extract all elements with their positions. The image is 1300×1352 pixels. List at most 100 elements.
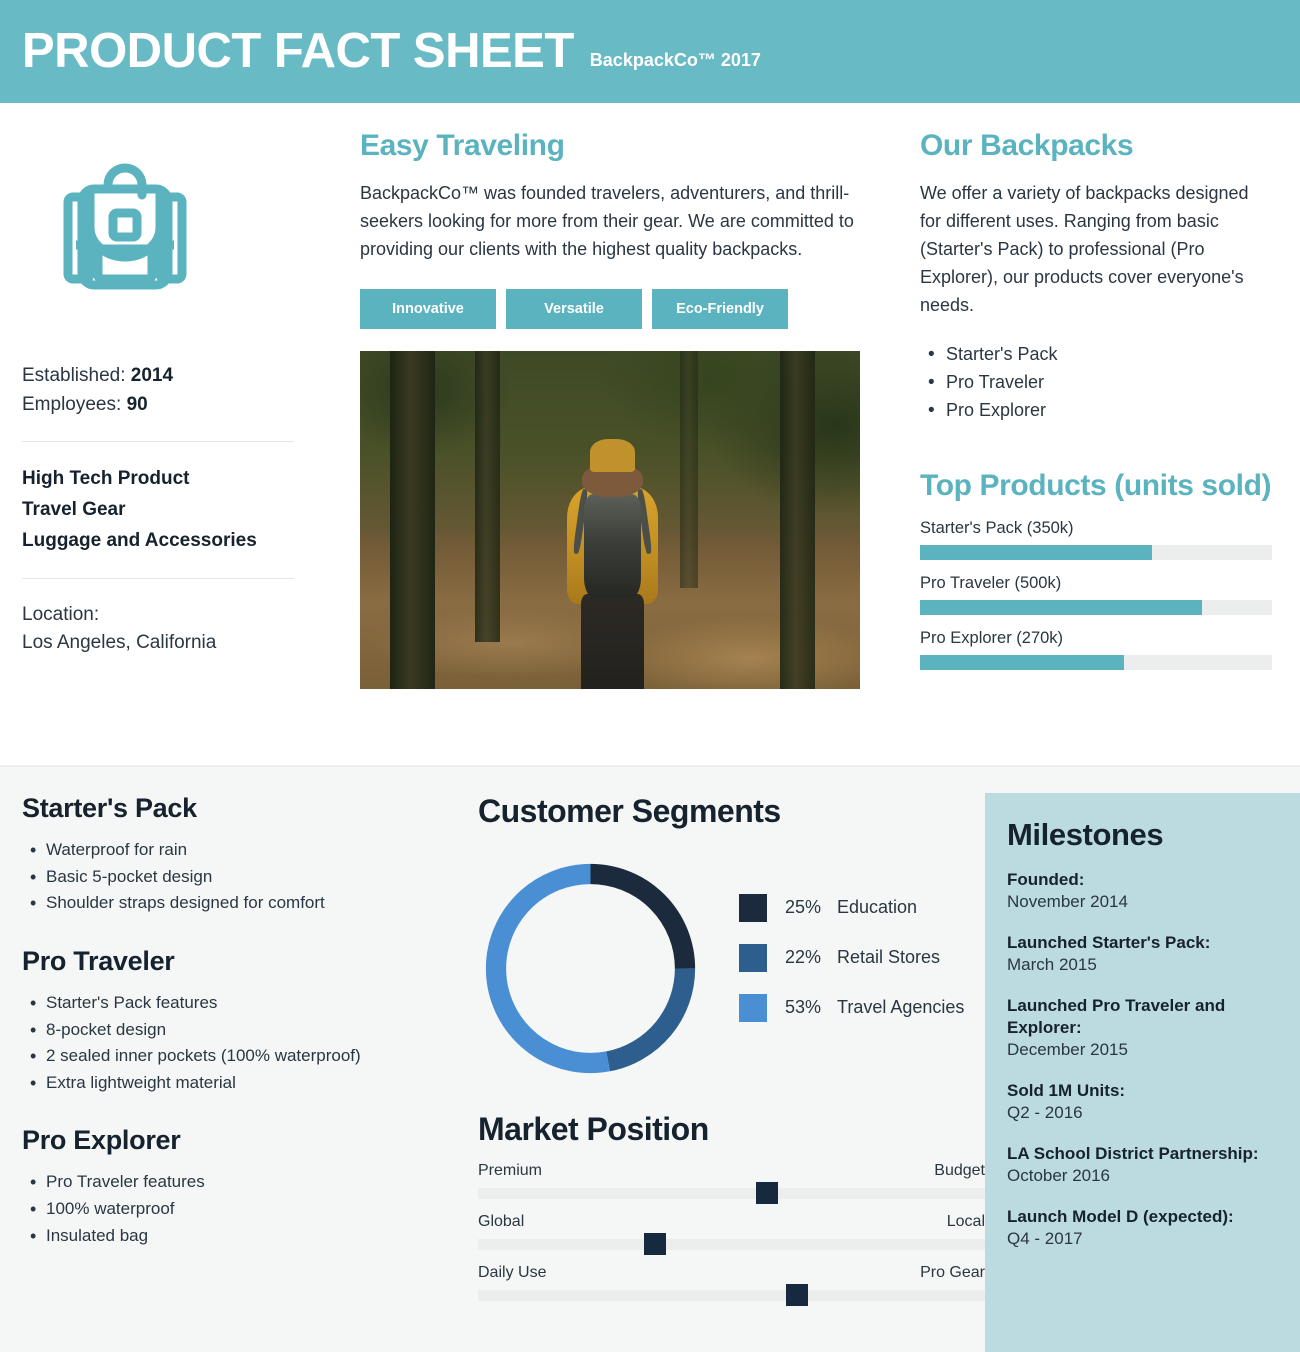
list-item: 2 sealed inner pockets (100% waterproof) <box>22 1043 418 1069</box>
milestone-date: Q2 - 2016 <box>1007 1103 1083 1123</box>
hiker-beanie <box>589 439 636 472</box>
legend-label: Retail Stores <box>837 947 941 967</box>
location-label: Location: <box>22 604 100 626</box>
milestone-date: December 2015 <box>1007 1040 1128 1060</box>
product-name: Pro Explorer <box>22 1125 181 1156</box>
company-info-column: Established: 2014 Employees: 90 High Tec… <box>22 129 332 765</box>
tag-versatile[interactable]: Versatile <box>506 289 642 330</box>
bar-label: Pro Traveler (500k) <box>920 574 1062 593</box>
milestone-date: October 2016 <box>1007 1166 1111 1186</box>
donut-chart <box>485 863 696 1074</box>
photo-hiker <box>565 439 660 690</box>
employees-row: Employees: 90 <box>22 391 332 420</box>
list-item: Shoulder straps designed for comfort <box>22 890 418 916</box>
milestone-item: LA School District Partnership: October … <box>1007 1143 1278 1188</box>
market-position-chart: Market Position Premium Budget Global Lo… <box>478 1111 985 1306</box>
hiker-in-forest-photo <box>360 351 860 690</box>
established-row: Established: 2014 <box>22 362 332 391</box>
tag-eco-friendly[interactable]: Eco-Friendly <box>652 289 788 330</box>
divider-1 <box>22 441 294 442</box>
milestone-date: Q4 - 2017 <box>1007 1229 1083 1249</box>
bottom-section: Starter's Pack Waterproof for rain Basic… <box>0 767 1300 1352</box>
bar-row: Starter's Pack (350k) <box>920 519 1272 561</box>
scale-right-label: Local <box>946 1213 985 1230</box>
bar-row: Pro Traveler (500k) <box>920 574 1272 616</box>
scale-track[interactable] <box>478 1182 985 1204</box>
scale-marker[interactable] <box>644 1233 667 1255</box>
legend-label: Education <box>837 897 918 917</box>
market-position-title: Market Position <box>478 1111 709 1147</box>
milestone-date: November 2014 <box>1007 892 1128 912</box>
easy-traveling-heading: Easy Traveling <box>360 129 565 162</box>
milestone-label: LA School District Partnership: <box>1007 1144 1259 1164</box>
milestone-label: Launched Starter's Pack: <box>1007 933 1211 953</box>
list-item: Basic 5-pocket design <box>22 864 418 890</box>
scale-right-label: Budget <box>934 1162 985 1179</box>
customer-segments-chart: 25% Education 22% Retail Stores 53% Trav… <box>478 856 985 1081</box>
page-title: PRODUCT FACT SHEET <box>22 24 574 78</box>
milestones-title: Milestones <box>1007 817 1164 852</box>
milestone-item: Founded: November 2014 <box>1007 869 1278 914</box>
scale-row-global-local: Global Local <box>478 1213 985 1255</box>
backpack-model-list: Starter's Pack Pro Traveler Pro Explorer <box>920 340 1272 425</box>
divider-2 <box>22 578 294 580</box>
list-item: Starter's Pack features <box>22 990 418 1016</box>
milestone-label: Founded: <box>1007 870 1085 889</box>
employees-label: Employees: <box>22 393 122 415</box>
easy-traveling-body: BackpackCo™ was founded travelers, adven… <box>360 183 854 260</box>
bar-track <box>920 655 1272 671</box>
legend-percent: 53% <box>785 997 822 1017</box>
milestone-label: Launch Model D (expected): <box>1007 1207 1234 1227</box>
hiker-pants <box>581 594 644 690</box>
bar-fill <box>920 545 1153 561</box>
milestone-item: Launched Starter's Pack: March 2015 <box>1007 932 1278 977</box>
milestone-label: Sold 1M Units: <box>1007 1081 1126 1101</box>
bar-fill <box>920 600 1202 616</box>
customer-segments-title: Customer Segments <box>478 793 781 829</box>
charts-column: Customer Segments 25% Education 22% Reta… <box>440 793 985 1352</box>
milestone-label: Launched Pro Traveler and Explorer: <box>1007 996 1226 1038</box>
list-item: 8-pocket design <box>22 1017 418 1043</box>
product-details-column: Starter's Pack Waterproof for rain Basic… <box>0 793 440 1352</box>
our-backpacks-body: We offer a variety of backpacks designed… <box>920 183 1249 316</box>
milestones-column: Milestones Founded: November 2014 Launch… <box>985 793 1300 1352</box>
product-name: Starter's Pack <box>22 793 197 823</box>
our-backpacks-heading: Our Backpacks <box>920 129 1134 162</box>
scale-right-label: Pro Gear <box>920 1264 985 1281</box>
legend-swatch <box>739 893 767 922</box>
easy-traveling-column: Easy Traveling BackpackCo™ was founded t… <box>332 129 872 765</box>
scale-marker[interactable] <box>755 1182 778 1204</box>
bar-label: Starter's Pack (350k) <box>920 519 1074 538</box>
established-value: 2014 <box>130 365 174 386</box>
product-block-pro-explorer: Pro Explorer Pro Traveler features 100% … <box>22 1125 418 1248</box>
photo-tree-trunk <box>475 351 500 642</box>
donut-legend: 25% Education 22% Retail Stores 53% Trav… <box>739 893 964 1044</box>
top-section: Established: 2014 Employees: 90 High Tec… <box>0 103 1300 765</box>
photo-tree-trunk <box>390 351 435 690</box>
product-feature-list: Waterproof for rain Basic 5-pocket desig… <box>22 837 418 916</box>
list-item: Pro Explorer <box>920 396 1272 425</box>
tag-innovative[interactable]: Innovative <box>360 289 496 330</box>
bar-track <box>920 545 1272 561</box>
scale-left-label: Global <box>478 1213 525 1230</box>
scale-track[interactable] <box>478 1233 985 1255</box>
legend-entry-education: 25% Education <box>739 893 964 922</box>
category-item: Travel Gear <box>22 498 126 520</box>
list-item: Extra lightweight material <box>22 1070 418 1096</box>
milestone-date: March 2015 <box>1007 955 1097 975</box>
legend-entry-travel-agencies: 53% Travel Agencies <box>739 993 964 1022</box>
category-item: Luggage and Accessories <box>22 529 257 551</box>
list-item: Waterproof for rain <box>22 837 418 863</box>
bar-fill <box>920 655 1125 671</box>
location-value: Los Angeles, California <box>22 631 217 653</box>
list-item: Pro Traveler features <box>22 1169 418 1195</box>
list-item: 100% waterproof <box>22 1196 418 1222</box>
milestone-item: Launch Model D (expected): Q4 - 2017 <box>1007 1206 1278 1251</box>
backpack-icon <box>50 149 332 314</box>
milestones-panel: Milestones Founded: November 2014 Launch… <box>985 793 1300 1352</box>
scale-marker[interactable] <box>786 1284 809 1306</box>
scale-row-daily-use-pro-gear: Daily Use Pro Gear <box>478 1264 985 1306</box>
product-name: Pro Traveler <box>22 945 175 976</box>
scale-track[interactable] <box>478 1284 985 1306</box>
company-facts: Established: 2014 Employees: 90 <box>22 362 332 419</box>
